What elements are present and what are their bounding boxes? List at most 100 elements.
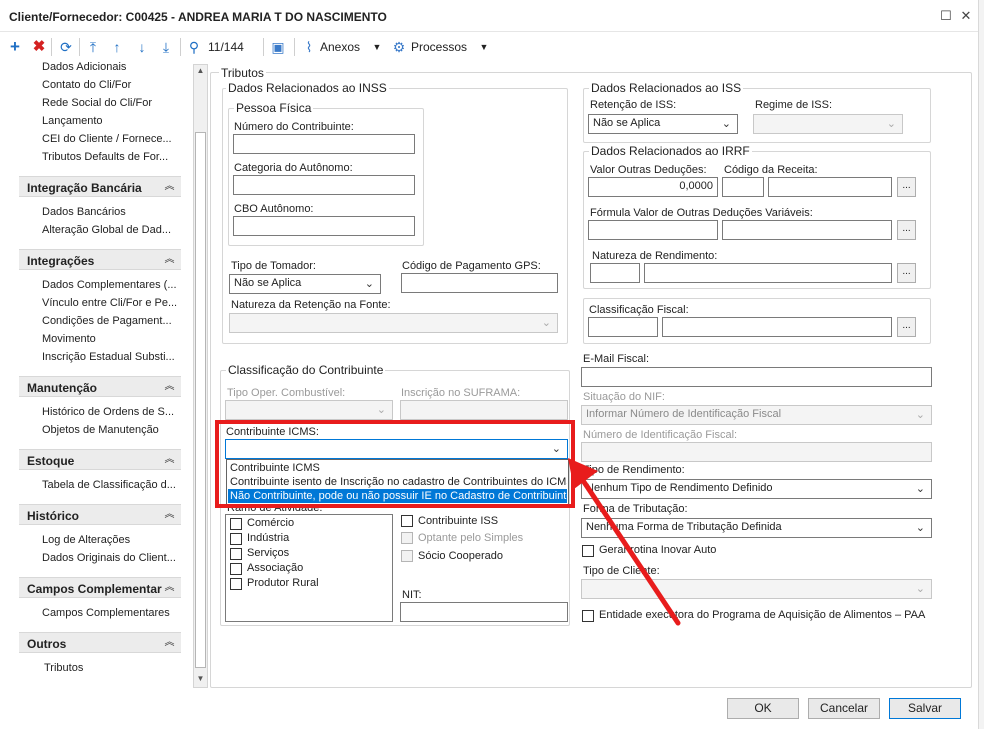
first-record-icon[interactable]: ⤒ [84,37,102,57]
collapse-icon[interactable]: ︽ [162,452,177,467]
nav-item[interactable]: Contato do Cli/For [42,79,131,91]
tipo-combustivel-select[interactable]: ⌄ [225,400,393,420]
natureza-retencao-select[interactable]: ⌄ [229,313,558,333]
nav-section-integracoes[interactable]: Integrações ︽ [19,249,181,270]
cancel-button[interactable]: Cancelar [808,698,880,719]
refresh-icon[interactable]: ⟳ [57,37,75,57]
email-fiscal-label: E-Mail Fiscal: [583,353,650,365]
caret-down-icon[interactable]: ▼ [478,37,490,57]
search-icon[interactable]: ⚲ [185,37,203,57]
toolbar-separator [51,38,52,56]
toolbar-separator [79,38,80,56]
cbo-autonomo-input[interactable] [233,216,415,236]
collapse-icon[interactable]: ︽ [162,252,177,267]
maximize-icon[interactable]: ☐ [937,7,955,25]
collapse-icon[interactable]: ︽ [162,379,177,394]
retencao-iss-value: Não se Aplica [593,117,661,129]
nav-item[interactable]: Movimento [42,333,96,345]
email-fiscal-input[interactable] [581,367,932,387]
collapse-icon[interactable]: ︽ [162,635,177,650]
natureza-retencao-label: Natureza da Retenção na Fonte: [231,299,391,311]
nav-section-historico[interactable]: Histórico ︽ [19,504,181,525]
attachments-menu[interactable]: Anexos [320,37,365,57]
nav-item[interactable]: Lançamento [42,115,103,127]
previous-record-icon[interactable]: ↑ [108,37,126,57]
nav-item[interactable]: Dados Bancários [42,206,126,218]
nav-item[interactable]: Alteração Global de Dad... [42,224,171,236]
nav-item[interactable]: Inscrição Estadual Substi... [42,351,175,363]
delete-icon[interactable]: ✖ [30,37,48,57]
nav-item[interactable]: Tributos Defaults de For... [42,151,168,163]
nav-section-campos-complementares[interactable]: Campos Complementar ︽ [19,577,181,598]
ramo-associacao-checkbox[interactable] [230,563,242,575]
socio-cooperado-checkbox[interactable] [401,550,413,562]
toolbar-separator [180,38,181,56]
collapse-icon[interactable]: ︽ [162,580,177,595]
situacao-nif-select[interactable]: Informar Número de Identificação Fiscal … [581,405,932,425]
suframa-label: Inscrição no SUFRAMA: [401,387,521,399]
caret-down-icon[interactable]: ▼ [371,37,383,57]
nav-item[interactable]: Vínculo entre Cli/For e Pe... [42,297,177,309]
chevron-down-icon: ⌄ [886,118,896,130]
collapse-icon[interactable]: ︽ [162,179,177,194]
screen-icon[interactable]: ▣ [268,37,288,57]
nit-label: NIT: [402,589,422,601]
ramo-servicos-label: Serviços [247,547,290,559]
classificacao-fiscal-input[interactable] [588,317,658,337]
nav-item[interactable]: Campos Complementares [42,607,170,619]
ok-button[interactable]: OK [727,698,799,719]
nav-item[interactable]: Objetos de Manutenção [42,424,159,436]
ramo-comercio-checkbox[interactable] [230,518,242,530]
natureza-rendimento-descricao[interactable] [644,263,892,283]
save-button[interactable]: Salvar [889,698,961,719]
retencao-iss-select[interactable]: Não se Aplica ⌄ [588,114,738,134]
codigo-gps-input[interactable] [401,273,558,293]
nit-input[interactable] [400,602,568,622]
categoria-autonomo-input[interactable] [233,175,415,195]
nav-section-manutencao[interactable]: Manutenção ︽ [19,376,181,397]
nav-item[interactable]: Condições de Pagament... [42,315,172,327]
ramo-industria-checkbox[interactable] [230,533,242,545]
close-icon[interactable]: ✕ [957,7,975,25]
scroll-down-icon[interactable]: ▼ [195,674,206,684]
codigo-receita-input[interactable] [722,177,764,197]
scrollbar-thumb[interactable] [195,132,206,668]
nav-item[interactable]: Tabela de Classificação d... [42,479,176,491]
nav-section-integracao-bancaria[interactable]: Integração Bancária ︽ [19,176,181,197]
nav-item[interactable]: Dados Adicionais [42,61,126,73]
valor-deducoes-input[interactable]: 0,0000 [588,177,718,197]
collapse-icon[interactable]: ︽ [162,507,177,522]
regime-iss-select[interactable]: ⌄ [753,114,903,134]
formula-lookup-button[interactable]: ... [897,220,916,240]
nav-section-estoque[interactable]: Estoque ︽ [19,449,181,470]
nav-item[interactable]: Rede Social do Cli/For [42,97,152,109]
codigo-receita-lookup-button[interactable]: ... [897,177,916,197]
nav-item[interactable]: Dados Originais do Client... [42,552,176,564]
suframa-input[interactable] [400,400,568,420]
contribuinte-iss-checkbox[interactable] [401,515,413,527]
last-record-icon[interactable]: ⤓ [157,37,175,57]
next-record-icon[interactable]: ↓ [133,37,151,57]
codigo-receita-descricao[interactable] [768,177,892,197]
nav-item[interactable]: Histórico de Ordens de S... [42,406,174,418]
nav-section-outros[interactable]: Outros ︽ [19,632,181,653]
natureza-lookup-button[interactable]: ... [897,263,916,283]
tipo-tomador-select[interactable]: Não se Aplica ⌄ [229,274,381,294]
processes-menu[interactable]: Processos [411,37,473,57]
nav-item[interactable]: CEI do Cliente / Fornece... [42,133,172,145]
nav-item-tributos[interactable]: Tributos [44,662,83,674]
optante-simples-checkbox[interactable] [401,532,413,544]
ramo-produtor-rural-checkbox[interactable] [230,578,242,590]
ramo-servicos-checkbox[interactable] [230,548,242,560]
formula-deducoes-descricao[interactable] [722,220,892,240]
classificacao-lookup-button[interactable]: ... [897,317,916,337]
formula-deducoes-input[interactable] [588,220,718,240]
nav-item[interactable]: Dados Complementares (... [42,279,177,291]
scroll-up-icon[interactable]: ▲ [195,66,206,76]
natureza-rendimento-input[interactable] [590,263,640,283]
add-icon[interactable]: + [6,37,24,57]
numero-contribuinte-input[interactable] [233,134,415,154]
nav-item[interactable]: Log de Alterações [42,534,130,546]
classificacao-fiscal-descricao[interactable] [662,317,892,337]
toolbar: + ✖ ⟳ ⤒ ↑ ↓ ⤓ ⚲ 11/144 ▣ ⌇ Anexos ▼ ⚙ Pr… [0,33,978,61]
